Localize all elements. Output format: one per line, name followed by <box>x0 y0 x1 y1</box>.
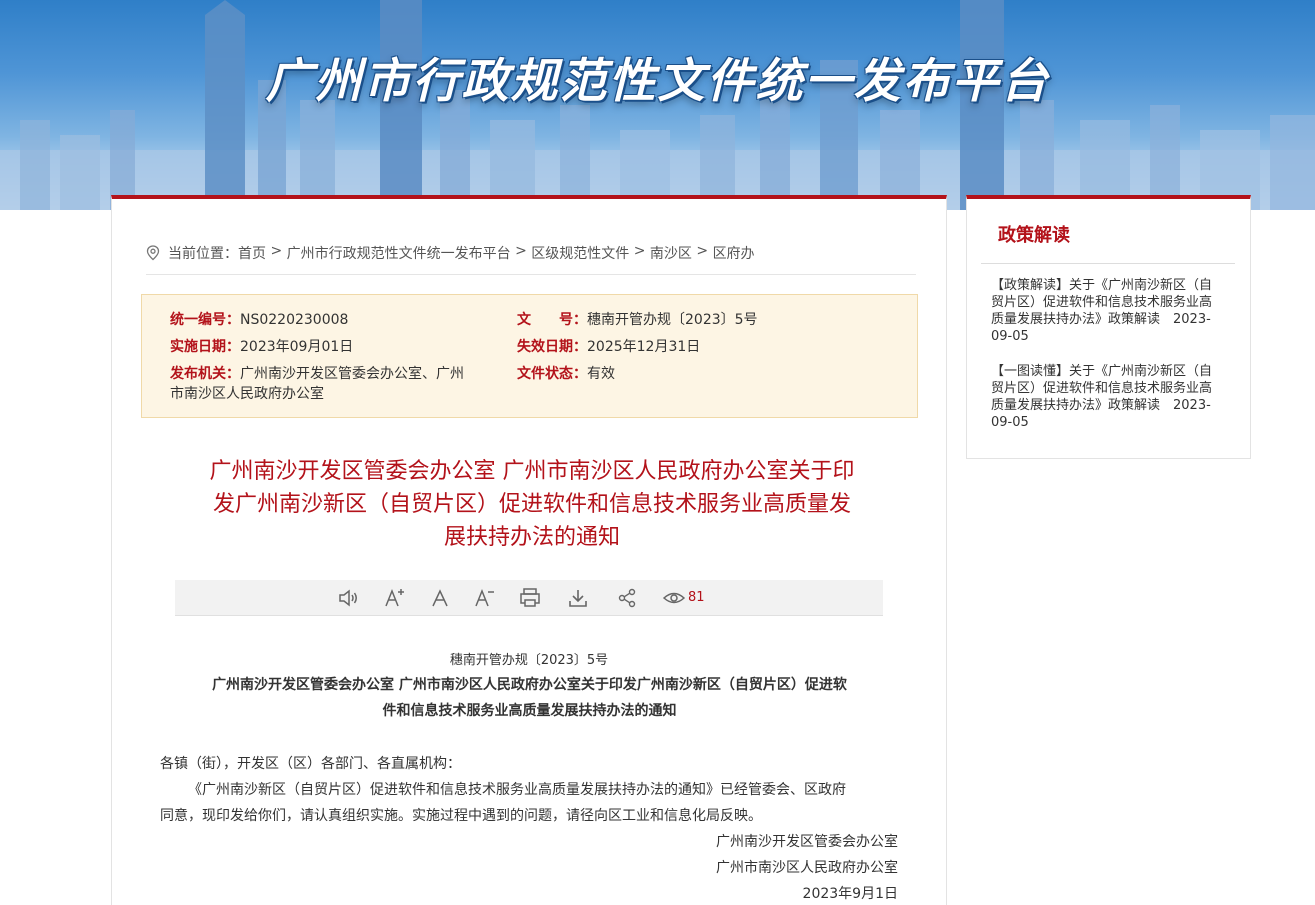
meta-issuer-label: 发布机关： <box>170 366 240 382</box>
signing-date: 2023年9月1日 <box>802 886 898 902</box>
signer-text: 广州南沙开发区管委会办公室 <box>716 834 898 850</box>
sidebar-item-policy-interpretation[interactable]: 【政策解读】关于《广州南沙新区（自 贸片区）促进软件和信息技术服务业高 质量发展… <box>991 277 1223 345</box>
meta-issuer-value-line2: 市南沙区人民政府办公室 <box>170 386 324 402</box>
sidebar-item-infographic[interactable]: 【一图读懂】关于《广州南沙新区（自 贸片区）促进软件和信息技术服务业高 质量发展… <box>991 363 1223 431</box>
eye-icon <box>662 586 686 610</box>
breadcrumb-separator: > <box>266 243 287 259</box>
font-reset-icon[interactable] <box>428 586 452 610</box>
meta-code-value: NS0220230008 <box>240 312 349 328</box>
document-heading: 广州南沙开发区管委会办公室 广州市南沙区人民政府办公室关于印发广州南沙新区（自贸… <box>162 672 897 724</box>
meta-status: 文件状态：有效 <box>517 364 615 384</box>
paragraph-line: 同意，现印发给你们，请认真组织实施。实施过程中遇到的问题，请径向区工业和信息化局… <box>160 808 762 824</box>
paragraph-line: 《广州南沙新区（自贸片区）促进软件和信息技术服务业高质量发展扶持办法的通知》已经… <box>188 782 846 798</box>
document-title-line: 展扶持办法的通知 <box>443 525 620 550</box>
meta-code-label: 统一编号： <box>170 312 240 328</box>
document-number: 穗南开管办规〔2023〕5号 <box>449 653 609 668</box>
meta-effective-date: 实施日期：2023年09月01日 <box>170 337 353 357</box>
print-icon[interactable] <box>518 586 542 610</box>
breadcrumb-item-office[interactable]: 区府办 <box>713 243 755 263</box>
sidebar-item-line: 09-05 <box>991 329 1029 344</box>
meta-expire-label: 失效日期： <box>517 339 587 355</box>
document-title-line: 广州南沙开发区管委会办公室 广州市南沙区人民政府办公室关于印 <box>209 459 855 484</box>
download-icon[interactable] <box>566 586 590 610</box>
document-toolbar: 81 <box>175 580 883 616</box>
signer-text: 广州市南沙区人民政府办公室 <box>716 860 898 876</box>
breadcrumb: 当前位置： 首页 > 广州市行政规范性文件统一发布平台 > 区级规范性文件 > … <box>146 243 916 275</box>
meta-docno-label: 文 号： <box>517 312 587 328</box>
sidebar-item-line: 质量发展扶持办法》政策解读 2023- <box>991 312 1211 327</box>
divider <box>981 263 1235 264</box>
document-heading-line: 件和信息技术服务业高质量发展扶持办法的通知 <box>382 703 677 719</box>
meta-expire-value: 2025年12月31日 <box>587 339 701 355</box>
breadcrumb-item-nansha[interactable]: 南沙区 <box>650 243 692 263</box>
salutation-text: 各镇（街），开发区（区）各部门、各直属机构： <box>160 756 461 772</box>
breadcrumb-separator: > <box>691 243 713 259</box>
sidebar-item-line: 质量发展扶持办法》政策解读 2023- <box>991 398 1211 413</box>
meta-status-label: 文件状态： <box>517 366 587 382</box>
document-title: 广州南沙开发区管委会办公室 广州市南沙区人民政府办公室关于印 发广州南沙新区（自… <box>182 455 882 554</box>
sidebar-item-line: 贸片区）促进软件和信息技术服务业高 <box>991 295 1213 310</box>
breadcrumb-item-home[interactable]: 首页 <box>238 243 266 263</box>
meta-issuer: 发布机关：广州南沙开发区管委会办公室、广州 市南沙区人民政府办公室 <box>170 364 500 404</box>
meta-effective-value: 2023年09月01日 <box>240 339 354 355</box>
meta-expire-date: 失效日期：2025年12月31日 <box>517 337 700 357</box>
sidebar-item-line: 09-05 <box>991 415 1029 430</box>
meta-effective-label: 实施日期： <box>170 339 240 355</box>
document-heading-line: 广州南沙开发区管委会办公室 广州市南沙区人民政府办公室关于印发广州南沙新区（自贸… <box>212 677 847 693</box>
view-count: 81 <box>688 590 705 605</box>
site-title: 广州市行政规范性文件统一发布平台 <box>265 54 1050 109</box>
breadcrumb-separator: > <box>510 243 532 259</box>
document-meta-box: 统一编号：NS0220230008 文 号：穗南开管办规〔2023〕5号 实施日… <box>141 294 918 418</box>
sidebar-item-line: 【一图读懂】关于《广州南沙新区（自 <box>991 364 1213 379</box>
breadcrumb-label: 当前位置： <box>168 246 238 262</box>
breadcrumb-separator: > <box>629 243 650 259</box>
sidebar-title: 政策解读 <box>998 225 1070 246</box>
document-title-line: 发广州南沙新区（自贸片区）促进软件和信息技术服务业高质量发 <box>212 492 851 517</box>
font-decrease-icon[interactable] <box>473 586 497 610</box>
meta-issuer-value-line1: 广州南沙开发区管委会办公室、广州 <box>240 366 464 382</box>
meta-docno-value: 穗南开管办规〔2023〕5号 <box>587 312 758 328</box>
meta-document-number: 文 号：穗南开管办规〔2023〕5号 <box>517 310 758 330</box>
header-banner: 广州市行政规范性文件统一发布平台 <box>0 0 1315 210</box>
breadcrumb-item-platform[interactable]: 广州市行政规范性文件统一发布平台 <box>287 243 511 263</box>
policy-interpretation-panel: 政策解读 【政策解读】关于《广州南沙新区（自 贸片区）促进软件和信息技术服务业高… <box>966 195 1251 459</box>
location-pin-icon <box>146 245 160 261</box>
main-content-panel: 当前位置： 首页 > 广州市行政规范性文件统一发布平台 > 区级规范性文件 > … <box>111 195 947 905</box>
breadcrumb-item-district-docs[interactable]: 区级规范性文件 <box>531 243 629 263</box>
sidebar-item-line: 贸片区）促进软件和信息技术服务业高 <box>991 381 1213 396</box>
meta-unified-code: 统一编号：NS0220230008 <box>170 310 348 330</box>
share-icon[interactable] <box>615 586 639 610</box>
meta-status-value: 有效 <box>587 366 615 382</box>
speaker-icon[interactable] <box>336 586 360 610</box>
font-increase-icon[interactable] <box>383 586 407 610</box>
sidebar-item-line: 【政策解读】关于《广州南沙新区（自 <box>991 278 1213 293</box>
